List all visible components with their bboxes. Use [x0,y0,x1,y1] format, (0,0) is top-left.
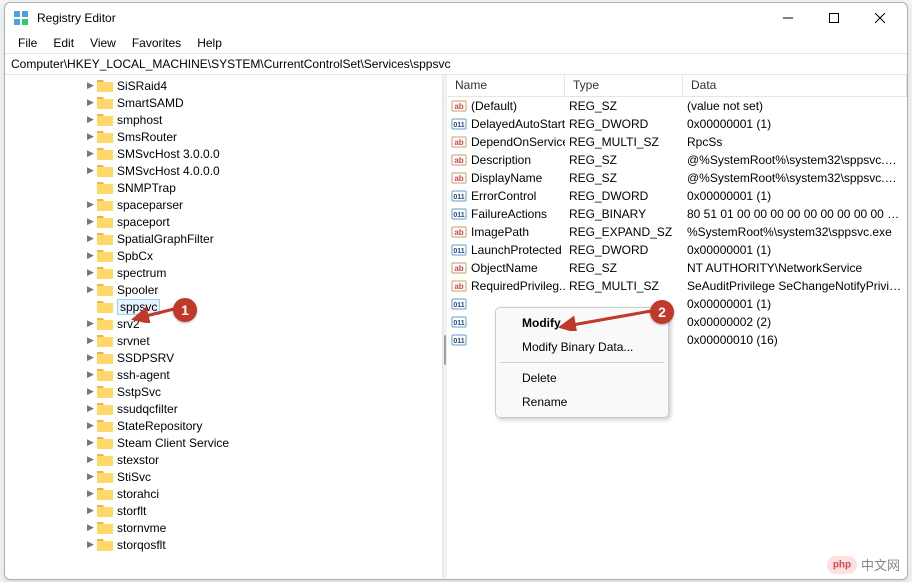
minimize-button[interactable] [765,3,811,33]
content-area: ▶SiSRaid4▶SmartSAMD▶smphost▶SmsRouter▶SM… [5,75,907,579]
value-row[interactable]: abRequiredPrivileg...REG_MULTI_SZSeAudit… [447,277,907,295]
svg-text:011: 011 [453,320,464,327]
registry-editor-window: Registry Editor File Edit View Favorites… [4,2,908,580]
svg-text:011: 011 [453,302,464,309]
tree-item[interactable]: ▶SMSvcHost 3.0.0.0 [5,145,442,162]
annotation-badge-1: 1 [173,298,197,322]
annotation-arrow-2 [555,307,655,331]
value-row[interactable]: 011FailureActionsREG_BINARY80 51 01 00 0… [447,205,907,223]
tree-pane[interactable]: ▶SiSRaid4▶SmartSAMD▶smphost▶SmsRouter▶SM… [5,75,443,579]
watermark: 中文网 [827,555,900,574]
value-row[interactable]: abDescriptionREG_SZ@%SystemRoot%\system3… [447,151,907,169]
tree-item[interactable]: ▶ssh-agent [5,366,442,383]
tree-item[interactable]: ▶storahci [5,485,442,502]
tree-item[interactable]: ▶ssudqcfilter [5,400,442,417]
svg-text:ab: ab [454,138,463,147]
tree-item[interactable]: ▶Steam Client Service [5,434,442,451]
tree-item[interactable]: ▶spaceparser [5,196,442,213]
column-header-name[interactable]: Name [447,75,565,96]
list-pane: Name Type Data ab(Default)REG_SZ(value n… [447,75,907,579]
address-bar[interactable]: Computer\HKEY_LOCAL_MACHINE\SYSTEM\Curre… [5,53,907,75]
titlebar: Registry Editor [5,3,907,33]
svg-text:ab: ab [454,264,463,273]
svg-text:011: 011 [453,122,464,129]
column-header-data[interactable]: Data [683,75,907,96]
value-row[interactable]: abDependOnServiceREG_MULTI_SZRpcSs [447,133,907,151]
app-icon [13,10,29,26]
list-header: Name Type Data [447,75,907,97]
tree-item[interactable]: ▶SpatialGraphFilter [5,230,442,247]
value-row[interactable]: 011LaunchProtectedREG_DWORD0x00000001 (1… [447,241,907,259]
tree-item[interactable]: ▶Spooler [5,281,442,298]
tree-item[interactable]: ▶spectrum [5,264,442,281]
tree-item[interactable]: ▶storflt [5,502,442,519]
tree-item[interactable]: ▶smphost [5,111,442,128]
value-row[interactable]: 011ErrorControlREG_DWORD0x00000001 (1) [447,187,907,205]
svg-text:ab: ab [454,282,463,291]
tree-item[interactable]: ▶SSDPSRV [5,349,442,366]
tree-item[interactable]: ▶SmsRouter [5,128,442,145]
tree-item[interactable]: ▶spaceport [5,213,442,230]
tree-item[interactable]: ▶SpbCx [5,247,442,264]
menu-bar: File Edit View Favorites Help [5,33,907,53]
tree-item[interactable]: ▶storqosflt [5,536,442,553]
svg-text:011: 011 [453,338,464,345]
context-delete[interactable]: Delete [498,366,666,390]
menu-favorites[interactable]: Favorites [125,34,188,52]
annotation-badge-2: 2 [650,300,674,324]
context-separator [500,362,664,363]
tree-item[interactable]: ▶SiSRaid4 [5,77,442,94]
svg-text:011: 011 [453,212,464,219]
menu-edit[interactable]: Edit [46,34,81,52]
svg-text:011: 011 [453,248,464,255]
svg-text:ab: ab [454,228,463,237]
tree-item[interactable]: ▶SmartSAMD [5,94,442,111]
svg-text:ab: ab [454,174,463,183]
menu-view[interactable]: View [83,34,123,52]
tree-item[interactable]: SNMPTrap [5,179,442,196]
list-body[interactable]: ab(Default)REG_SZ(value not set)011Delay… [447,97,907,579]
context-modify-binary[interactable]: Modify Binary Data... [498,335,666,359]
annotation-arrow-1 [128,305,178,323]
watermark-icon [827,556,857,574]
context-rename[interactable]: Rename [498,390,666,414]
value-row[interactable]: abImagePathREG_EXPAND_SZ%SystemRoot%\sys… [447,223,907,241]
tree-item[interactable]: ▶srv2 [5,315,442,332]
tree-item[interactable]: ▶StateRepository [5,417,442,434]
tree-item[interactable]: ▶SstpSvc [5,383,442,400]
svg-text:ab: ab [454,102,463,111]
tree-item[interactable]: sppsvc [5,298,442,315]
value-row[interactable]: abDisplayNameREG_SZ@%SystemRoot%\system3… [447,169,907,187]
close-button[interactable] [857,3,903,33]
svg-text:011: 011 [453,194,464,201]
value-row[interactable]: 011DelayedAutoStartREG_DWORD0x00000001 (… [447,115,907,133]
maximize-button[interactable] [811,3,857,33]
value-row[interactable]: abObjectNameREG_SZNT AUTHORITY\NetworkSe… [447,259,907,277]
menu-file[interactable]: File [11,34,44,52]
window-title: Registry Editor [37,11,116,25]
tree-item[interactable]: ▶SMSvcHost 4.0.0.0 [5,162,442,179]
menu-help[interactable]: Help [190,34,229,52]
tree-item[interactable]: ▶srvnet [5,332,442,349]
svg-text:ab: ab [454,156,463,165]
tree-item[interactable]: ▶StiSvc [5,468,442,485]
value-row[interactable]: ab(Default)REG_SZ(value not set) [447,97,907,115]
column-header-type[interactable]: Type [565,75,683,96]
tree-item[interactable]: ▶stexstor [5,451,442,468]
tree-item[interactable]: ▶stornvme [5,519,442,536]
watermark-text: 中文网 [861,555,900,574]
